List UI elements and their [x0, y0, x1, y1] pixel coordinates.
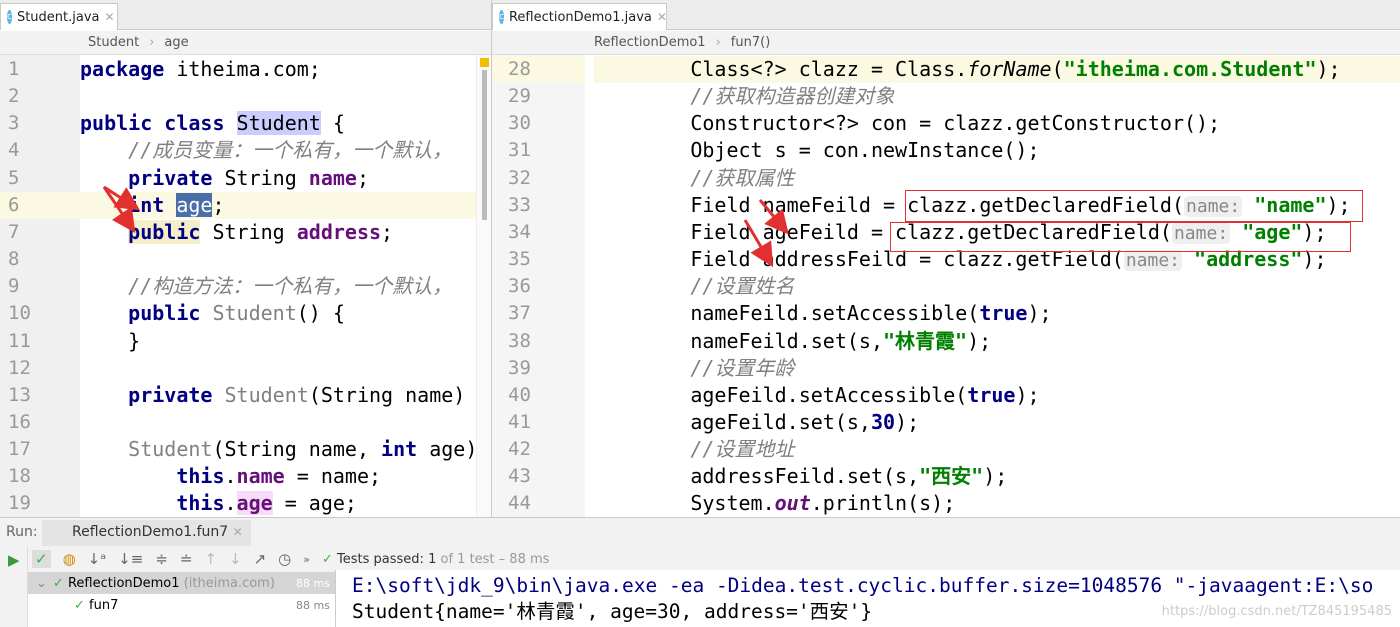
pass-icon: ✓ [321, 551, 333, 567]
history-icon[interactable]: ◷ [278, 550, 291, 568]
run-label: Run: [6, 524, 38, 540]
tree-item[interactable]: ⌄ ✓ ReflectionDemo1 (itheima.com) 88 ms [28, 572, 335, 594]
sort-duration-icon[interactable]: ↓≡ [118, 550, 143, 568]
next-icon[interactable]: ↓ [229, 550, 242, 568]
export-icon[interactable]: ↗ [254, 550, 267, 568]
console-line: E:\soft\jdk_9\bin\java.exe -ea -Didea.te… [352, 574, 1374, 597]
previous-icon[interactable]: ↑ [204, 550, 217, 568]
watermark: https://blog.csdn.net/TZ845195485 [1161, 604, 1392, 619]
sort-alpha-icon[interactable]: ↓ᵃ [88, 550, 106, 568]
console-output[interactable]: E:\soft\jdk_9\bin\java.exe -ea -Didea.te… [335, 570, 1400, 627]
run-panel: Run: ReflectionDemo1.fun7 ✕ ▶ ✓ ◍ ↓ᵃ ↓≡ … [0, 517, 1400, 627]
arrow [102, 186, 136, 233]
test-tree: ⌄ ✓ ReflectionDemo1 (itheima.com) 88 ms ✓… [28, 572, 335, 627]
show-passed-icon[interactable]: ✓ [32, 550, 51, 568]
arrow [758, 199, 789, 235]
more-icon[interactable]: » [303, 553, 310, 566]
expand-all-icon[interactable]: ≑ [155, 550, 168, 568]
arrow [103, 185, 141, 211]
close-icon[interactable]: ✕ [233, 525, 243, 539]
show-ignored-icon[interactable]: ◍ [63, 550, 76, 568]
run-side-toolbar: ▶ [0, 546, 28, 627]
arrow [743, 219, 774, 268]
run-tab[interactable]: ReflectionDemo1.fun7 ✕ [42, 520, 251, 546]
collapse-all-icon[interactable]: ≐ [180, 550, 193, 568]
rerun-icon[interactable]: ▶ [8, 551, 27, 569]
tree-item[interactable]: ✓ fun7 88 ms [28, 594, 335, 616]
run-toolbar: ✓ ◍ ↓ᵃ ↓≡ ≑ ≐ ↑ ↓ ↗ ◷ » ✓ Tests passed: … [32, 548, 549, 570]
annotation-arrows [102, 185, 789, 268]
